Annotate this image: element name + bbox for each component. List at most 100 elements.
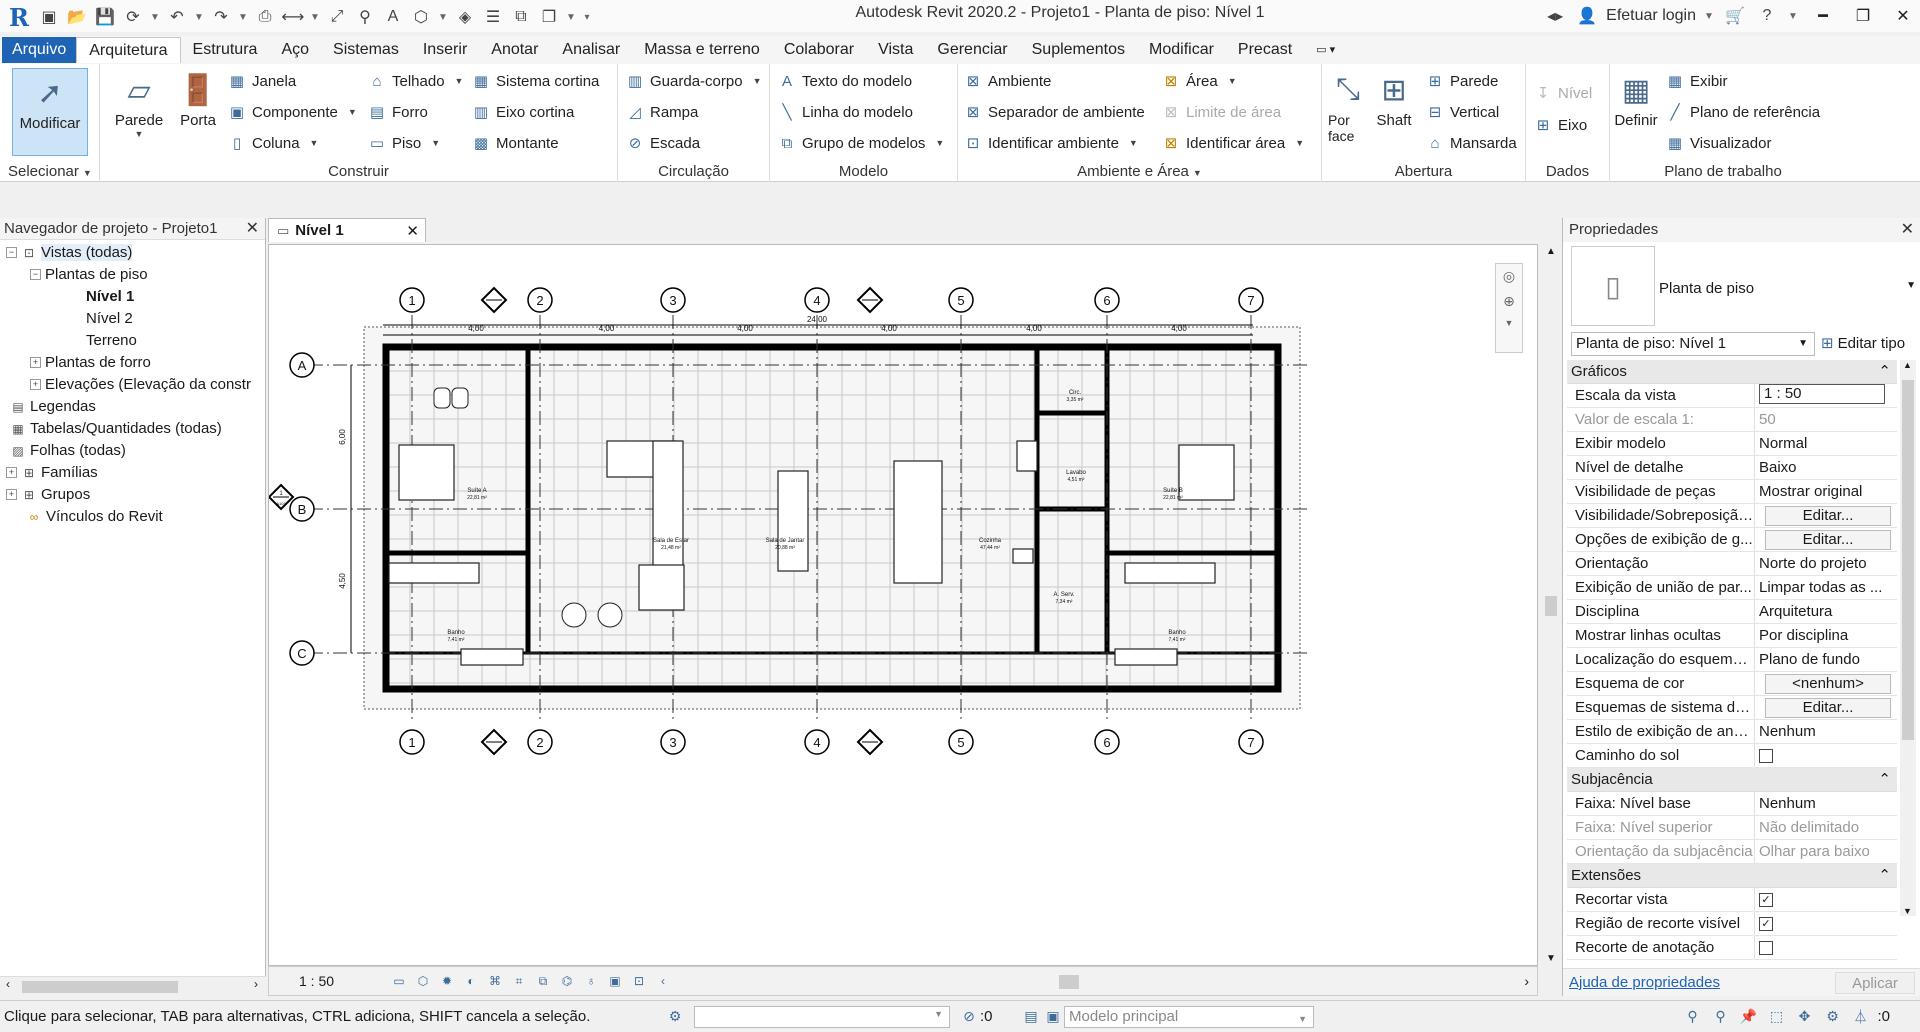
- panel-title-ambiente[interactable]: Ambiente e Área ▼: [958, 163, 1321, 180]
- login-link[interactable]: Efetuar login: [1606, 7, 1696, 25]
- property-value[interactable]: Normal: [1755, 432, 1897, 455]
- help-icon[interactable]: ?: [1754, 3, 1780, 29]
- info-center-icon[interactable]: ◂▸: [1542, 3, 1568, 29]
- print-icon[interactable]: ⎙: [252, 4, 278, 30]
- property-edit-button[interactable]: <nenhum>: [1765, 673, 1891, 694]
- project-browser-close-icon[interactable]: ✕: [246, 218, 265, 239]
- ceiling-button[interactable]: ▤ Forro: [368, 103, 428, 122]
- ref-plane-button[interactable]: ╱ Plano de referência: [1666, 103, 1820, 122]
- property-value[interactable]: <nenhum>: [1755, 672, 1897, 695]
- properties-scrollbar[interactable]: ▲ ▼: [1900, 360, 1916, 916]
- tree-site[interactable]: Terreno: [86, 332, 137, 349]
- tab-colaborar[interactable]: Colaborar: [772, 37, 866, 63]
- analytical-model-icon[interactable]: ▣: [605, 972, 625, 990]
- mullion-button[interactable]: ▩ Montante: [472, 134, 559, 153]
- cart-icon[interactable]: 🛒: [1722, 3, 1748, 29]
- minimize-icon[interactable]: ━: [1806, 2, 1840, 30]
- select-links-icon[interactable]: ⚲: [1681, 1006, 1703, 1028]
- scroll-left-icon[interactable]: ‹: [6, 977, 10, 991]
- property-value[interactable]: Limpar todas as ...: [1755, 576, 1897, 599]
- property-value[interactable]: Editar...: [1755, 504, 1897, 527]
- property-edit-button[interactable]: Editar...: [1765, 505, 1891, 526]
- modify-button[interactable]: ➚ Modificar: [12, 68, 88, 156]
- expand-icon[interactable]: +: [6, 489, 17, 500]
- properties-help-link[interactable]: Ajuda de propriedades: [1569, 974, 1720, 991]
- viewer-button[interactable]: ▦ Visualizador: [1666, 134, 1772, 153]
- scroll-down-icon[interactable]: ▼: [1903, 906, 1912, 916]
- grid-button[interactable]: ⊞ Eixo: [1534, 116, 1587, 135]
- main-model-icon[interactable]: ▣: [1042, 1006, 1064, 1028]
- temp-hide-icon[interactable]: ⌬: [557, 972, 577, 990]
- login-dropdown-icon[interactable]: ▼: [1702, 3, 1716, 29]
- column-button[interactable]: ▯ Coluna ▼: [228, 134, 319, 153]
- property-value[interactable]: ✓: [1755, 888, 1897, 911]
- property-group-header[interactable]: Subjacência ⌃: [1567, 768, 1897, 792]
- collapse-icon[interactable]: −: [30, 269, 41, 280]
- type-selector-label[interactable]: Planta de piso: [1659, 280, 1754, 297]
- door-button[interactable]: 🚪 Porta: [176, 68, 220, 130]
- user-icon[interactable]: 👤: [1574, 3, 1600, 29]
- model-line-button[interactable]: ╲ Linha do modelo: [778, 103, 912, 122]
- collapse-group-icon[interactable]: ⌃: [1878, 768, 1891, 791]
- switch-windows-dropdown-icon[interactable]: ▼: [564, 4, 578, 30]
- revit-logo-icon[interactable]: R: [4, 3, 34, 32]
- tab-sistemas[interactable]: Sistemas: [321, 37, 411, 63]
- customize-qat-icon[interactable]: ▾: [580, 4, 594, 30]
- view-vscroll-thumb[interactable]: [1545, 596, 1557, 616]
- redo-dropdown-icon[interactable]: ▼: [236, 4, 250, 30]
- show-workplane-button[interactable]: ▦ Exibir: [1666, 72, 1728, 91]
- tab-inserir[interactable]: Inserir: [411, 37, 479, 63]
- property-value[interactable]: Arquitetura: [1755, 600, 1897, 623]
- tag-area-button[interactable]: ⊠ Identificar área ▼: [1162, 134, 1304, 153]
- design-options-icon[interactable]: ▤: [1020, 1006, 1042, 1028]
- wall-opening-button[interactable]: ⊞ Parede: [1426, 72, 1499, 91]
- view-vscrollbar[interactable]: ▲ ▼: [1542, 244, 1560, 966]
- tag-room-button[interactable]: ⊡ Identificar ambiente ▼: [964, 134, 1138, 153]
- zoom-icon[interactable]: ⊕: [1503, 293, 1515, 310]
- property-value[interactable]: 1 : 50: [1755, 384, 1897, 407]
- sync-icon[interactable]: ⟳: [120, 4, 146, 30]
- restore-icon[interactable]: ❐: [1846, 2, 1880, 30]
- tree-views[interactable]: − ⊡ Vistas (todas): [6, 244, 133, 261]
- type-dropdown-icon[interactable]: ▼: [1906, 280, 1916, 291]
- tree-level-2[interactable]: Nível 2: [86, 310, 133, 327]
- property-value[interactable]: Nenhum: [1755, 792, 1897, 815]
- nav-dropdown-icon[interactable]: ▼: [1505, 318, 1514, 328]
- shadows-icon[interactable]: ◐: [461, 972, 481, 990]
- model-group-button[interactable]: ⧉ Grupo de modelos ▼: [778, 134, 945, 152]
- browser-scroll-thumb[interactable]: [22, 981, 178, 993]
- close-icon[interactable]: ✕: [1886, 2, 1920, 30]
- scroll-left-icon[interactable]: ‹: [653, 972, 673, 990]
- apply-button[interactable]: Aplicar: [1835, 971, 1915, 994]
- property-value[interactable]: [1755, 744, 1897, 767]
- select-pinned-icon[interactable]: 📌: [1737, 1006, 1759, 1028]
- ribbon-minimize-icon[interactable]: ▭ ▾: [1304, 37, 1347, 63]
- tab-suplementos[interactable]: Suplementos: [1020, 37, 1137, 63]
- properties-close-icon[interactable]: ✕: [1901, 218, 1920, 242]
- browser-hscrollbar[interactable]: ‹ ›: [0, 976, 266, 996]
- undo-dropdown-icon[interactable]: ▼: [192, 4, 206, 30]
- tab-estrutura[interactable]: Estrutura: [181, 37, 270, 63]
- room-button[interactable]: ⊠ Ambiente: [964, 72, 1052, 91]
- property-value[interactable]: Baixo: [1755, 456, 1897, 479]
- thin-lines-icon[interactable]: ☰: [480, 4, 506, 30]
- property-value[interactable]: Norte do projeto: [1755, 552, 1897, 575]
- editable-only-icon[interactable]: ⊘: [958, 1006, 980, 1028]
- property-value[interactable]: Editar...: [1755, 696, 1897, 719]
- expand-icon[interactable]: +: [30, 379, 41, 390]
- checkbox-checked[interactable]: ✓: [1759, 893, 1773, 907]
- tab-aco[interactable]: Aço: [269, 37, 321, 63]
- highlight-displacement-icon[interactable]: ⊡: [629, 972, 649, 990]
- roof-button[interactable]: ⌂ Telhado ▼: [368, 72, 463, 90]
- view-scale[interactable]: 1 : 50: [299, 973, 369, 989]
- vertical-opening-button[interactable]: ⊟ Vertical: [1426, 103, 1500, 122]
- shaft-button[interactable]: ⊞ Shaft: [1374, 68, 1414, 130]
- curtain-system-button[interactable]: ▦ Sistema cortina: [472, 72, 599, 91]
- save-icon[interactable]: 💾: [92, 4, 118, 30]
- background-processes-icon[interactable]: ⚙: [1821, 1006, 1843, 1028]
- wall-button[interactable]: ▱ Parede ▼: [114, 68, 164, 140]
- component-button[interactable]: ▣ Componente ▼: [228, 103, 357, 122]
- text-icon[interactable]: A: [380, 4, 406, 30]
- workset-field[interactable]: ▼: [694, 1005, 950, 1028]
- undo-icon[interactable]: ↶: [164, 4, 190, 30]
